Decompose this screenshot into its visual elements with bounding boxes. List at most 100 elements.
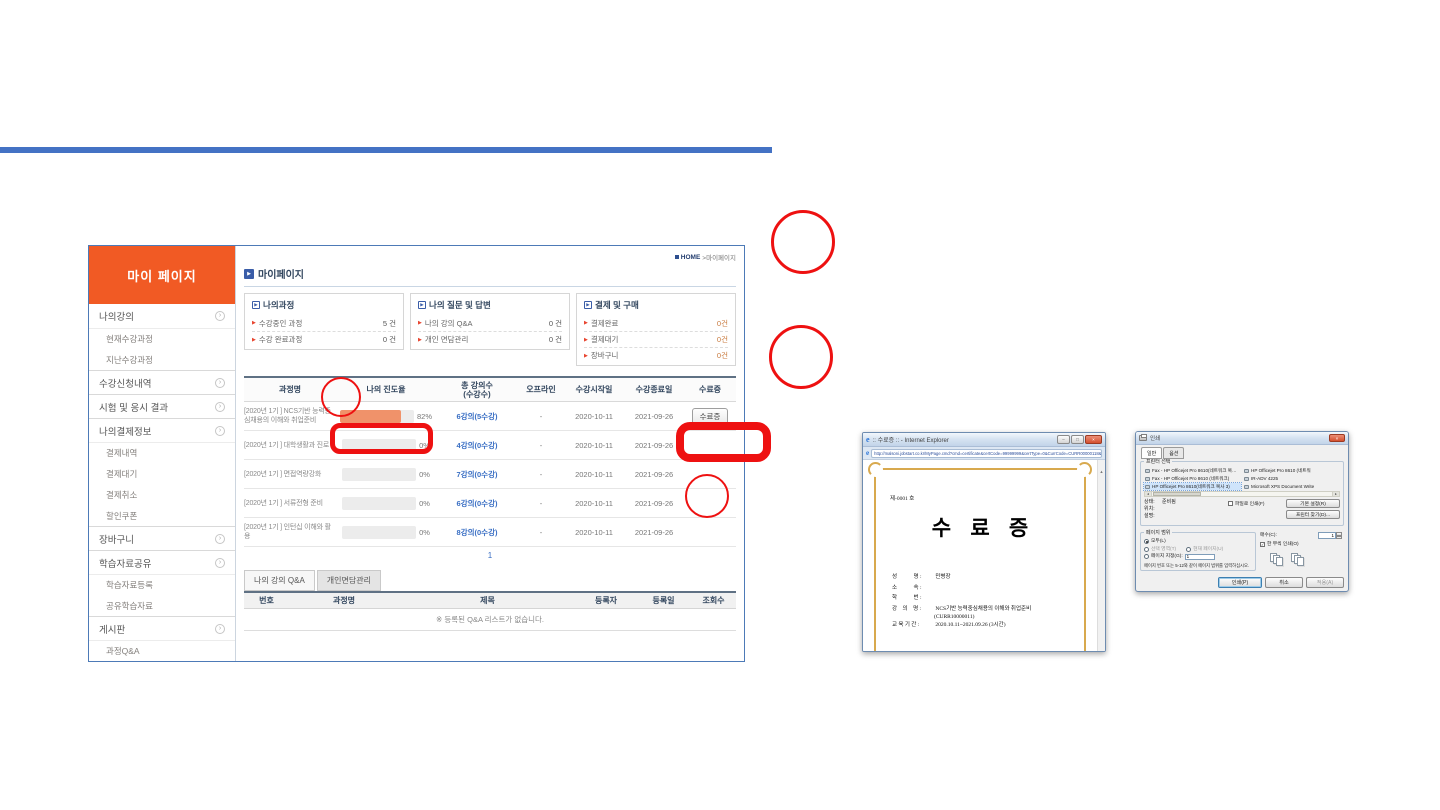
bullet-icon: ▶ [584, 353, 588, 359]
summary-box-title: 나의과정 [263, 299, 294, 311]
vertical-scrollbar[interactable]: ▲ [1097, 460, 1105, 651]
printer-item[interactable]: IR-ADV 4225 [1243, 475, 1340, 482]
summary-value: 0 건 [549, 318, 562, 329]
close-button[interactable]: × [1329, 434, 1345, 442]
printer-item[interactable]: Fax - HP Officejet Pro 8610 (네트워크) [1144, 475, 1241, 482]
certificate-number: 제-0001 호 [890, 494, 1084, 502]
mypage-screenshot: 마이 페이지 나의강의› 현재수강과정 지난수강과정 수강신청내역› 시험 및 … [88, 245, 745, 662]
preferences-button[interactable]: 기본 설정(R) [1286, 499, 1340, 508]
breadcrumb-home-link[interactable]: HOME [681, 254, 701, 261]
corner-ornament [1077, 462, 1092, 477]
pages-input[interactable] [1185, 554, 1215, 560]
window-titlebar[interactable]: 인쇄 × [1136, 432, 1348, 445]
title-arrow-icon: ▶ [244, 269, 254, 279]
tab-options[interactable]: 옵션 [1163, 447, 1184, 459]
lecture-count-link[interactable]: 8강의(0수강) [436, 527, 518, 538]
range-note: 페이지 번호 또는 5-12와 같이 페이지 범위를 입력하십시오. [1144, 563, 1252, 568]
progress-label: 82% [417, 412, 432, 421]
chevron-circle-icon: › [215, 311, 225, 321]
maximize-button[interactable]: □ [1071, 435, 1084, 444]
progress-bar [342, 497, 416, 510]
printer-icon [1244, 477, 1249, 481]
sidebar-item-material-register[interactable]: 학습자료등록 [89, 574, 235, 595]
lecture-count-link[interactable]: 6강의(5수강) [436, 411, 518, 422]
progress-bar [342, 526, 416, 539]
collate-checkbox[interactable]: ✓ [1260, 542, 1265, 547]
top-accent-line [0, 147, 772, 153]
course-row: [2020년 1기 ] NCS기반 능력중심채용의 이해와 취업준비 82% 6… [244, 402, 736, 431]
cancel-button[interactable]: 취소 [1265, 577, 1303, 588]
qna-empty-message: ※ 등록된 Q&A 리스트가 없습니다. [244, 609, 736, 631]
pagination[interactable]: 1 [244, 551, 736, 560]
summary-box-title: 결제 및 구매 [595, 299, 639, 311]
spinner-down[interactable] [1336, 536, 1342, 540]
sidebar-item-shared-materials[interactable]: 공유학습자료 [89, 595, 235, 616]
scrollbar-thumb[interactable] [1153, 492, 1201, 496]
printer-item[interactable]: Fax - HP Officejet Pro 8610(네트워크 복사 1) [1144, 467, 1241, 474]
sidebar-item-current-courses[interactable]: 현재수강과정 [89, 328, 235, 349]
printer-item[interactable]: Microsoft XPS Document Write [1243, 483, 1340, 490]
horizontal-scrollbar[interactable]: ◄ ► [1144, 491, 1340, 497]
sidebar-item-label: 학습자료등록 [106, 579, 153, 591]
scroll-right-icon[interactable]: ► [1332, 492, 1339, 496]
sidebar-item-cart[interactable]: 장바구니› [89, 526, 235, 550]
sidebar-item-coupon[interactable]: 할인쿠폰 [89, 505, 235, 526]
radio-all-pages[interactable] [1144, 539, 1149, 544]
window-title: 인쇄 [1150, 434, 1326, 442]
page-title-label: 마이페이지 [258, 266, 304, 281]
breadcrumb-path: >마이페이지 [702, 252, 736, 262]
find-printer-button[interactable]: 프린터 찾기(D)... [1286, 510, 1340, 519]
sidebar-item-payment-info[interactable]: 나의결제정보› [89, 418, 235, 442]
printer-icon [1139, 435, 1147, 441]
radio-page-range[interactable] [1144, 554, 1149, 559]
tab-general[interactable]: 일반 [1141, 447, 1162, 459]
course-name: [2020년 1기 ] NCS기반 능력중심채용의 이해와 취업준비 [244, 404, 336, 428]
apply-button[interactable]: 적용(A) [1306, 577, 1344, 588]
close-button[interactable]: × [1085, 435, 1102, 444]
address-url[interactable]: http://malsoni.jobstart.co.kr/MyPage.cmd… [871, 449, 1102, 458]
address-bar: e http://malsoni.jobstart.co.kr/MyPage.c… [863, 447, 1105, 460]
printer-icon [1145, 485, 1150, 489]
certificate-button[interactable]: 수료증 [692, 408, 729, 425]
lecture-count-link[interactable]: 6강의(0수강) [436, 498, 518, 509]
minimize-button[interactable]: – [1057, 435, 1070, 444]
progress-label: 0% [419, 441, 430, 450]
copies-input[interactable] [1318, 532, 1336, 539]
sidebar-item-board[interactable]: 게시판› [89, 616, 235, 640]
summary-value: 0 건 [549, 334, 562, 345]
certificate-popup-window: e :: 수료증 :: - Internet Explorer – □ × e … [862, 432, 1106, 652]
box-arrow-icon: ▶ [418, 301, 426, 309]
scroll-left-icon[interactable]: ◄ [1145, 492, 1152, 496]
box-arrow-icon: ▶ [252, 301, 260, 309]
sidebar-item-payment-history[interactable]: 결제내역 [89, 442, 235, 463]
progress-bar [342, 468, 416, 481]
tab-my-qna[interactable]: 나의 강의 Q&A [244, 570, 315, 591]
summary-box-my-courses: ▶나의과정 ▶수강중인 과정5 건 ▶수강 완료과정0 건 [244, 293, 404, 350]
sidebar-item-label: 결제취소 [106, 489, 137, 501]
sidebar-item-label: 결제대기 [106, 468, 137, 480]
sidebar-item-exam-results[interactable]: 시험 및 응시 결과› [89, 394, 235, 418]
sidebar-item-payment-cancel[interactable]: 결제취소 [89, 484, 235, 505]
sidebar-item-learning-share[interactable]: 학습자료공유› [89, 550, 235, 574]
sidebar-item-my-lectures[interactable]: 나의강의› [89, 304, 235, 328]
page-title: ▶ 마이페이지 [244, 266, 736, 281]
sidebar-title: 마이 페이지 [89, 246, 235, 304]
window-title: :: 수료증 :: - Internet Explorer [873, 435, 1054, 444]
sidebar-item-payment-pending[interactable]: 결제대기 [89, 463, 235, 484]
printer-icon [1244, 469, 1249, 473]
lecture-count-link[interactable]: 4강의(0수강) [436, 440, 518, 451]
radio-current-page[interactable] [1186, 547, 1191, 552]
printer-item-selected[interactable]: HP Officejet Pro 8610(네트워크 복사 3) [1144, 483, 1241, 490]
sidebar-item-enrollment-history[interactable]: 수강신청내역› [89, 370, 235, 394]
print-button[interactable]: 인쇄(P) [1218, 577, 1262, 588]
printer-item[interactable]: HP Officejet Pro 8610 (네트워 [1243, 467, 1340, 474]
lecture-count-link[interactable]: 7강의(0수강) [436, 469, 518, 480]
radio-selection[interactable] [1144, 547, 1149, 552]
window-titlebar[interactable]: e :: 수료증 :: - Internet Explorer – □ × [863, 433, 1105, 447]
print-to-file-checkbox[interactable] [1228, 501, 1233, 506]
sidebar-item-past-courses[interactable]: 지난수강과정 [89, 349, 235, 370]
tab-counseling[interactable]: 개인면담관리 [317, 570, 381, 591]
progress-label: 0% [419, 499, 430, 508]
sidebar-item-course-qna[interactable]: 과정Q&A [89, 640, 235, 661]
summary-boxes: ▶나의과정 ▶수강중인 과정5 건 ▶수강 완료과정0 건 ▶나의 질문 및 답… [244, 293, 736, 366]
